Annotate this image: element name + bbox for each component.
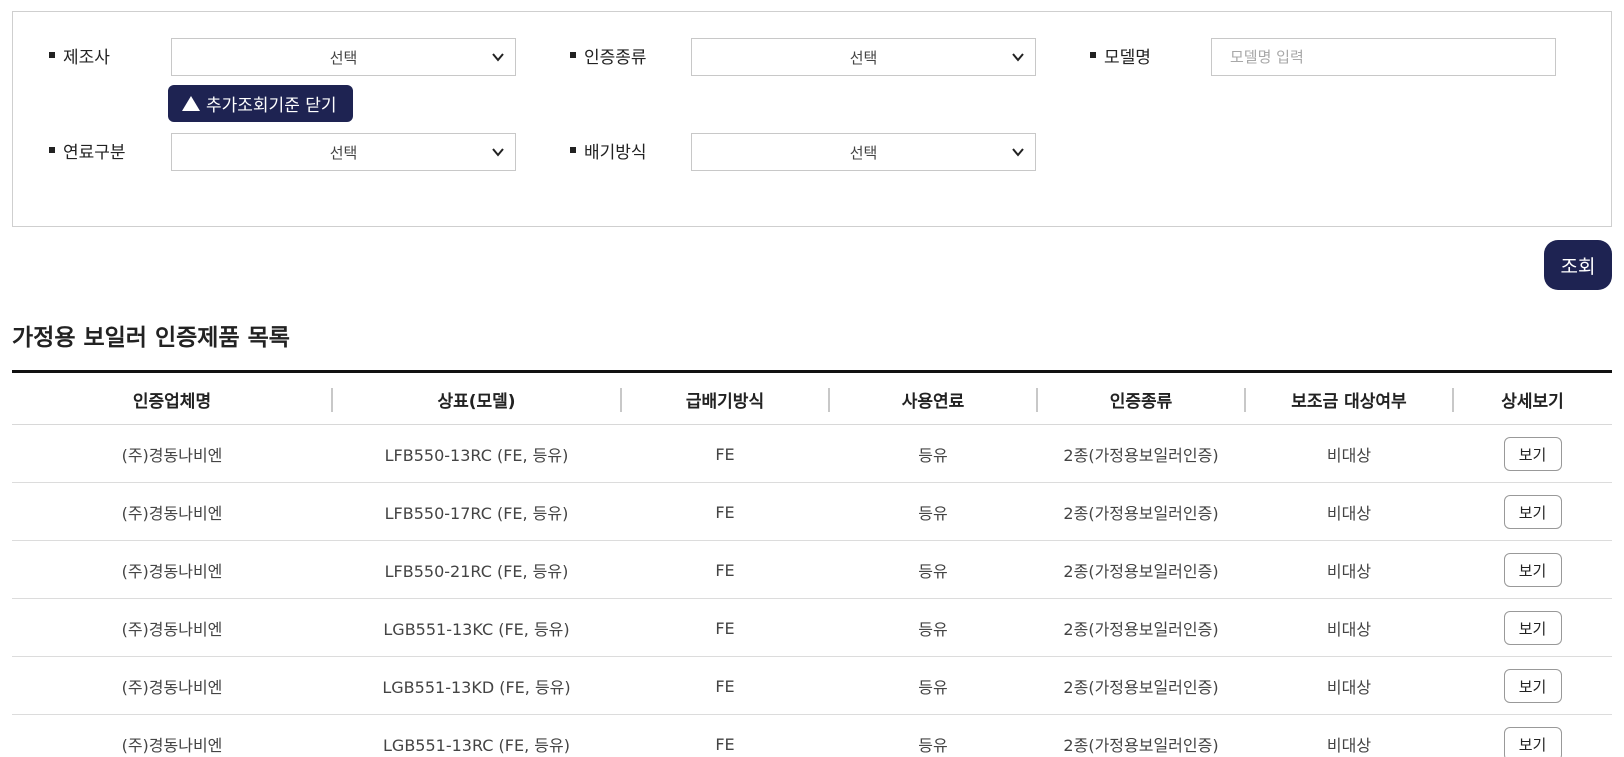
cell-detail: 보기 [1453,425,1612,483]
cell-cert-type: 2종(가정용보일러인증) [1063,678,1219,697]
cell-model: LFB550-21RC (FE, 등유) [384,562,569,581]
view-button[interactable]: 보기 [1503,437,1562,471]
view-button[interactable]: 보기 [1503,553,1562,587]
cell-exhaust: FE [715,618,735,638]
triangle-up-icon [182,96,200,111]
cell-cert-type: 2종(가정용보일러인증) [1063,620,1219,639]
cell-subsidy: 비대상 [1326,446,1372,465]
manufacturer-select[interactable]: 선택 [171,38,516,76]
manufacturer-label: 제조사 [49,43,110,68]
cell-model: LGB551-13RC (FE, 등유) [383,736,570,755]
cell-exhaust: FE [715,560,735,580]
column-header: 인증종류 [1109,391,1173,412]
section-title: 가정용 보일러 인증제품 목록 [12,325,290,351]
bullet-icon [1090,52,1096,58]
cell-model: LFB550-13RC (FE, 등유) [384,446,569,465]
cell-detail: 보기 [1453,715,1612,757]
model-name-input[interactable] [1211,38,1556,76]
cell-model: LFB550-17RC (FE, 등유) [384,504,569,523]
column-header: 상표(모델) [437,391,516,412]
cert-type-select[interactable]: 선택 [691,38,1036,76]
table-row: (주)경동나비엔 LGB551-13KC (FE, 등유) FE 등유 2종(가… [12,599,1612,657]
cell-subsidy: 비대상 [1326,736,1372,755]
bullet-icon [49,147,55,153]
cell-model: LGB551-13KC (FE, 등유) [383,620,570,639]
bullet-icon [570,147,576,153]
column-header: 인증업체명 [132,391,212,412]
cell-company: (주)경동나비엔 [121,562,223,581]
cell-detail: 보기 [1453,599,1612,657]
product-table: 인증업체명 상표(모델) 급배기방식 사용연료 인증종류 보조금 대상여부 상세… [12,370,1612,757]
chevron-down-icon [1012,53,1024,62]
table-row: (주)경동나비엔 LFB550-13RC (FE, 등유) FE 등유 2종(가… [12,425,1612,483]
view-button[interactable]: 보기 [1503,611,1562,645]
view-button[interactable]: 보기 [1503,669,1562,703]
cell-detail: 보기 [1453,541,1612,599]
table-row: (주)경동나비엔 LFB550-17RC (FE, 등유) FE 등유 2종(가… [12,483,1612,541]
cell-subsidy: 비대상 [1326,620,1372,639]
search-button[interactable]: 조회 [1544,240,1612,290]
cell-cert-type: 2종(가정용보일러인증) [1063,562,1219,581]
exhaust-select[interactable]: 선택 [691,133,1036,171]
cell-company: (주)경동나비엔 [121,620,223,639]
fuel-label: 연료구분 [49,138,126,163]
table-header: 인증업체명 상표(모델) 급배기방식 사용연료 인증종류 보조금 대상여부 상세… [12,373,1612,425]
cell-cert-type: 2종(가정용보일러인증) [1063,446,1219,465]
cell-exhaust: FE [715,444,735,464]
view-button[interactable]: 보기 [1503,495,1562,529]
bullet-icon [570,52,576,58]
fuel-select[interactable]: 선택 [171,133,516,171]
table-row: (주)경동나비엔 LGB551-13KD (FE, 등유) FE 등유 2종(가… [12,657,1612,715]
column-header: 보조금 대상여부 [1291,391,1407,412]
table-row: (주)경동나비엔 LGB551-13RC (FE, 등유) FE 등유 2종(가… [12,715,1612,757]
cell-fuel: 등유 [918,736,948,755]
chevron-down-icon [492,53,504,62]
cell-fuel: 등유 [918,678,948,697]
cell-company: (주)경동나비엔 [121,678,223,697]
cell-cert-type: 2종(가정용보일러인증) [1063,504,1219,523]
cell-model: LGB551-13KD (FE, 등유) [382,678,571,697]
cert-type-label: 인증종류 [570,43,647,68]
table-row: (주)경동나비엔 LFB550-21RC (FE, 등유) FE 등유 2종(가… [12,541,1612,599]
view-button[interactable]: 보기 [1503,727,1562,757]
cell-subsidy: 비대상 [1326,678,1372,697]
cell-detail: 보기 [1453,483,1612,541]
column-header: 급배기방식 [685,391,765,412]
cell-fuel: 등유 [918,620,948,639]
chevron-down-icon [1012,148,1024,157]
column-header: 사용연료 [901,391,965,412]
cell-cert-type: 2종(가정용보일러인증) [1063,736,1219,755]
column-header: 상세보기 [1501,391,1564,412]
cell-exhaust: FE [715,734,735,754]
cell-exhaust: FE [715,676,735,696]
cell-fuel: 등유 [918,504,948,523]
bullet-icon [49,52,55,58]
cell-detail: 보기 [1453,657,1612,715]
cell-subsidy: 비대상 [1326,504,1372,523]
cell-company: (주)경동나비엔 [121,446,223,465]
cell-exhaust: FE [715,502,735,522]
close-extra-filters-button[interactable]: 추가조회기준 닫기 [168,85,353,122]
exhaust-label: 배기방식 [570,138,647,163]
cell-subsidy: 비대상 [1326,562,1372,581]
cell-fuel: 등유 [918,446,948,465]
chevron-down-icon [492,148,504,157]
model-name-label: 모델명 [1090,43,1151,68]
cell-fuel: 등유 [918,562,948,581]
cell-company: (주)경동나비엔 [121,504,223,523]
cell-company: (주)경동나비엔 [121,736,223,755]
